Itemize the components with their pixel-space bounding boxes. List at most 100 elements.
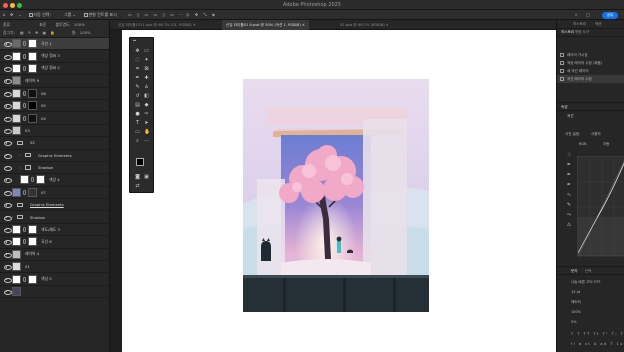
- pencil-curve-icon[interactable]: ✎: [566, 202, 572, 208]
- layer-thumbnail[interactable]: [20, 175, 29, 185]
- layer-row[interactable]: 색상 정씨 3: [0, 50, 109, 63]
- layer-row[interactable]: 레이어 4: [0, 249, 109, 262]
- group-expand-chevron-icon[interactable]: ›: [12, 141, 16, 145]
- layer-mask-thumbnail[interactable]: [28, 63, 37, 73]
- history-item[interactable]: 곡선 레이어 수정: [557, 75, 624, 83]
- transform-controls-checkbox[interactable]: 변형 컨트롤 표시: [84, 12, 117, 18]
- tools-collapse-icon[interactable]: ▴▴: [132, 38, 137, 43]
- frame-tool-icon[interactable]: ⊠: [144, 67, 149, 72]
- document-artwork[interactable]: [243, 79, 429, 312]
- auto-select-checkbox[interactable]: 자동 선택:: [29, 12, 51, 18]
- mask-link-icon[interactable]: [23, 53, 26, 59]
- hand-tool-icon[interactable]: ✋: [144, 130, 150, 135]
- group-expand-chevron-icon[interactable]: ›: [12, 215, 16, 219]
- layer-row[interactable]: 곡선 1: [0, 38, 109, 51]
- layer-thumbnail[interactable]: [12, 237, 21, 247]
- move-tool-icon[interactable]: ✥: [10, 12, 13, 17]
- sample-gray-icon[interactable]: ✒: [566, 172, 572, 178]
- layer-row[interactable]: › Graphic Elements: [0, 199, 109, 212]
- text-style-icons[interactable]: T T TT Tt T¹ T₁ T T: [571, 332, 624, 336]
- screen-mode-icon[interactable]: ▣: [144, 175, 149, 180]
- smooth-icon[interactable]: ⤳: [566, 212, 572, 218]
- layer-thumbnail[interactable]: [12, 63, 21, 73]
- search-icon[interactable]: ⌕: [575, 12, 577, 17]
- layer-thumbnail[interactable]: [12, 76, 21, 86]
- channel-dropdown[interactable]: RGB: [579, 142, 587, 146]
- type-tool-icon[interactable]: T: [135, 121, 140, 126]
- visibility-eye-icon[interactable]: [3, 215, 12, 221]
- edit-toolbar-icon[interactable]: ⇄: [135, 184, 140, 189]
- lock-icons[interactable]: ▦ ✎ ✥ ▣ 🔒: [20, 30, 57, 35]
- layer-row[interactable]: › Shadow: [0, 211, 109, 224]
- mask-link-icon[interactable]: [31, 177, 34, 183]
- visibility-eye-icon[interactable]: [3, 166, 12, 172]
- vertical-scale-field[interactable]: 100%: [571, 310, 581, 314]
- visibility-eye-icon[interactable]: [3, 277, 12, 283]
- mask-link-icon[interactable]: [23, 41, 26, 47]
- opentype-icons[interactable]: fi ơ st A ad T 1st ½: [571, 342, 624, 346]
- history-item[interactable]: 새 곡선 레이어: [557, 67, 624, 75]
- group-expand-chevron-icon[interactable]: ›: [12, 203, 16, 207]
- baseline-field[interactable]: 0%: [571, 320, 577, 324]
- shape-tool-icon[interactable]: ▭: [135, 130, 140, 135]
- history-item[interactable]: 레이어 가시성: [557, 51, 624, 59]
- mask-link-icon[interactable]: [23, 65, 26, 71]
- visibility-eye-icon[interactable]: [3, 178, 12, 184]
- magic-wand-icon[interactable]: ✦: [144, 58, 149, 63]
- kind-filter[interactable]: 종류: [3, 22, 10, 27]
- group-expand-chevron-icon[interactable]: ›: [20, 166, 24, 170]
- preset-dropdown[interactable]: 사용자: [591, 132, 601, 137]
- layer-row[interactable]: 07: [0, 187, 109, 200]
- eraser-tool-icon[interactable]: ◧: [144, 94, 149, 99]
- eyedropper-icon[interactable]: ✒: [135, 76, 140, 81]
- curves-graph[interactable]: [577, 156, 624, 258]
- layer-mask-thumbnail[interactable]: [28, 274, 37, 284]
- curve-edit-icon[interactable]: ∿: [566, 192, 572, 198]
- path-select-icon[interactable]: ➤: [144, 121, 149, 126]
- tab-paragraph[interactable]: 단락: [585, 269, 592, 274]
- blend-mode-dropdown[interactable]: 표준: [39, 22, 46, 27]
- layer-thumbnail[interactable]: [12, 225, 21, 235]
- history-brush-icon[interactable]: ↺: [135, 94, 140, 99]
- sample-black-icon[interactable]: ✒: [566, 162, 572, 168]
- visibility-eye-icon[interactable]: [3, 104, 12, 110]
- auto-button[interactable]: 자동: [603, 142, 609, 147]
- visibility-eye-icon[interactable]: [3, 141, 12, 147]
- visibility-eye-icon[interactable]: [3, 290, 12, 295]
- spot-heal-icon[interactable]: ✚: [144, 76, 149, 81]
- tab-character[interactable]: 문자: [571, 269, 578, 274]
- visibility-eye-icon[interactable]: [3, 240, 12, 246]
- layer-mask-thumbnail[interactable]: [28, 225, 37, 235]
- layer-row[interactable]: › Graphic Elements: [0, 150, 109, 162]
- layer-mask-thumbnail[interactable]: [28, 237, 37, 247]
- chevron-down-icon[interactable]: ⌄: [18, 12, 21, 17]
- artboard-tool-icon[interactable]: ▭: [144, 49, 149, 54]
- mask-link-icon[interactable]: [23, 90, 26, 96]
- mask-link-icon[interactable]: [23, 227, 26, 233]
- layer-thumbnail[interactable]: [12, 125, 21, 135]
- stamp-tool-icon[interactable]: ♙: [144, 85, 149, 90]
- tracking-field[interactable]: 메트릭: [571, 300, 581, 305]
- tab-document-1[interactable]: 신입 타이틀1511.psd @ 66.7% (01, RGB/8) ✕: [114, 20, 200, 30]
- 3d-mode-icons[interactable]: ◎ ✥ ⤡ ◈: [186, 12, 217, 17]
- font-size-field[interactable]: 15 pt: [571, 290, 580, 294]
- clipping-warning-icon[interactable]: ⚠: [566, 222, 572, 228]
- opacity-value[interactable]: 100%: [74, 22, 85, 27]
- layer-thumbnail[interactable]: [12, 274, 21, 284]
- layer-row[interactable]: 03: [0, 125, 109, 138]
- visibility-eye-icon[interactable]: [3, 203, 12, 209]
- visibility-eye-icon[interactable]: [3, 265, 12, 271]
- visibility-eye-icon[interactable]: [3, 252, 12, 258]
- more-tools-icon[interactable]: ⋯: [144, 139, 149, 144]
- layer-row[interactable]: 01: [0, 261, 109, 274]
- zoom-tool-icon[interactable]: ⌕: [135, 139, 140, 144]
- layer-mask-thumbnail[interactable]: [28, 113, 37, 123]
- layer-mask-thumbnail[interactable]: [28, 187, 37, 197]
- layer-row[interactable]: 색상 정씨 2: [0, 63, 109, 76]
- auto-select-dropdown[interactable]: 그룹 ⌄: [64, 12, 76, 18]
- layer-row[interactable]: 06: [0, 88, 109, 100]
- visibility-eye-icon[interactable]: [3, 54, 12, 60]
- visibility-eye-icon[interactable]: [3, 116, 12, 122]
- tab-commands[interactable]: 명령 도구: [575, 30, 589, 35]
- layer-row[interactable]: 04: [0, 112, 109, 125]
